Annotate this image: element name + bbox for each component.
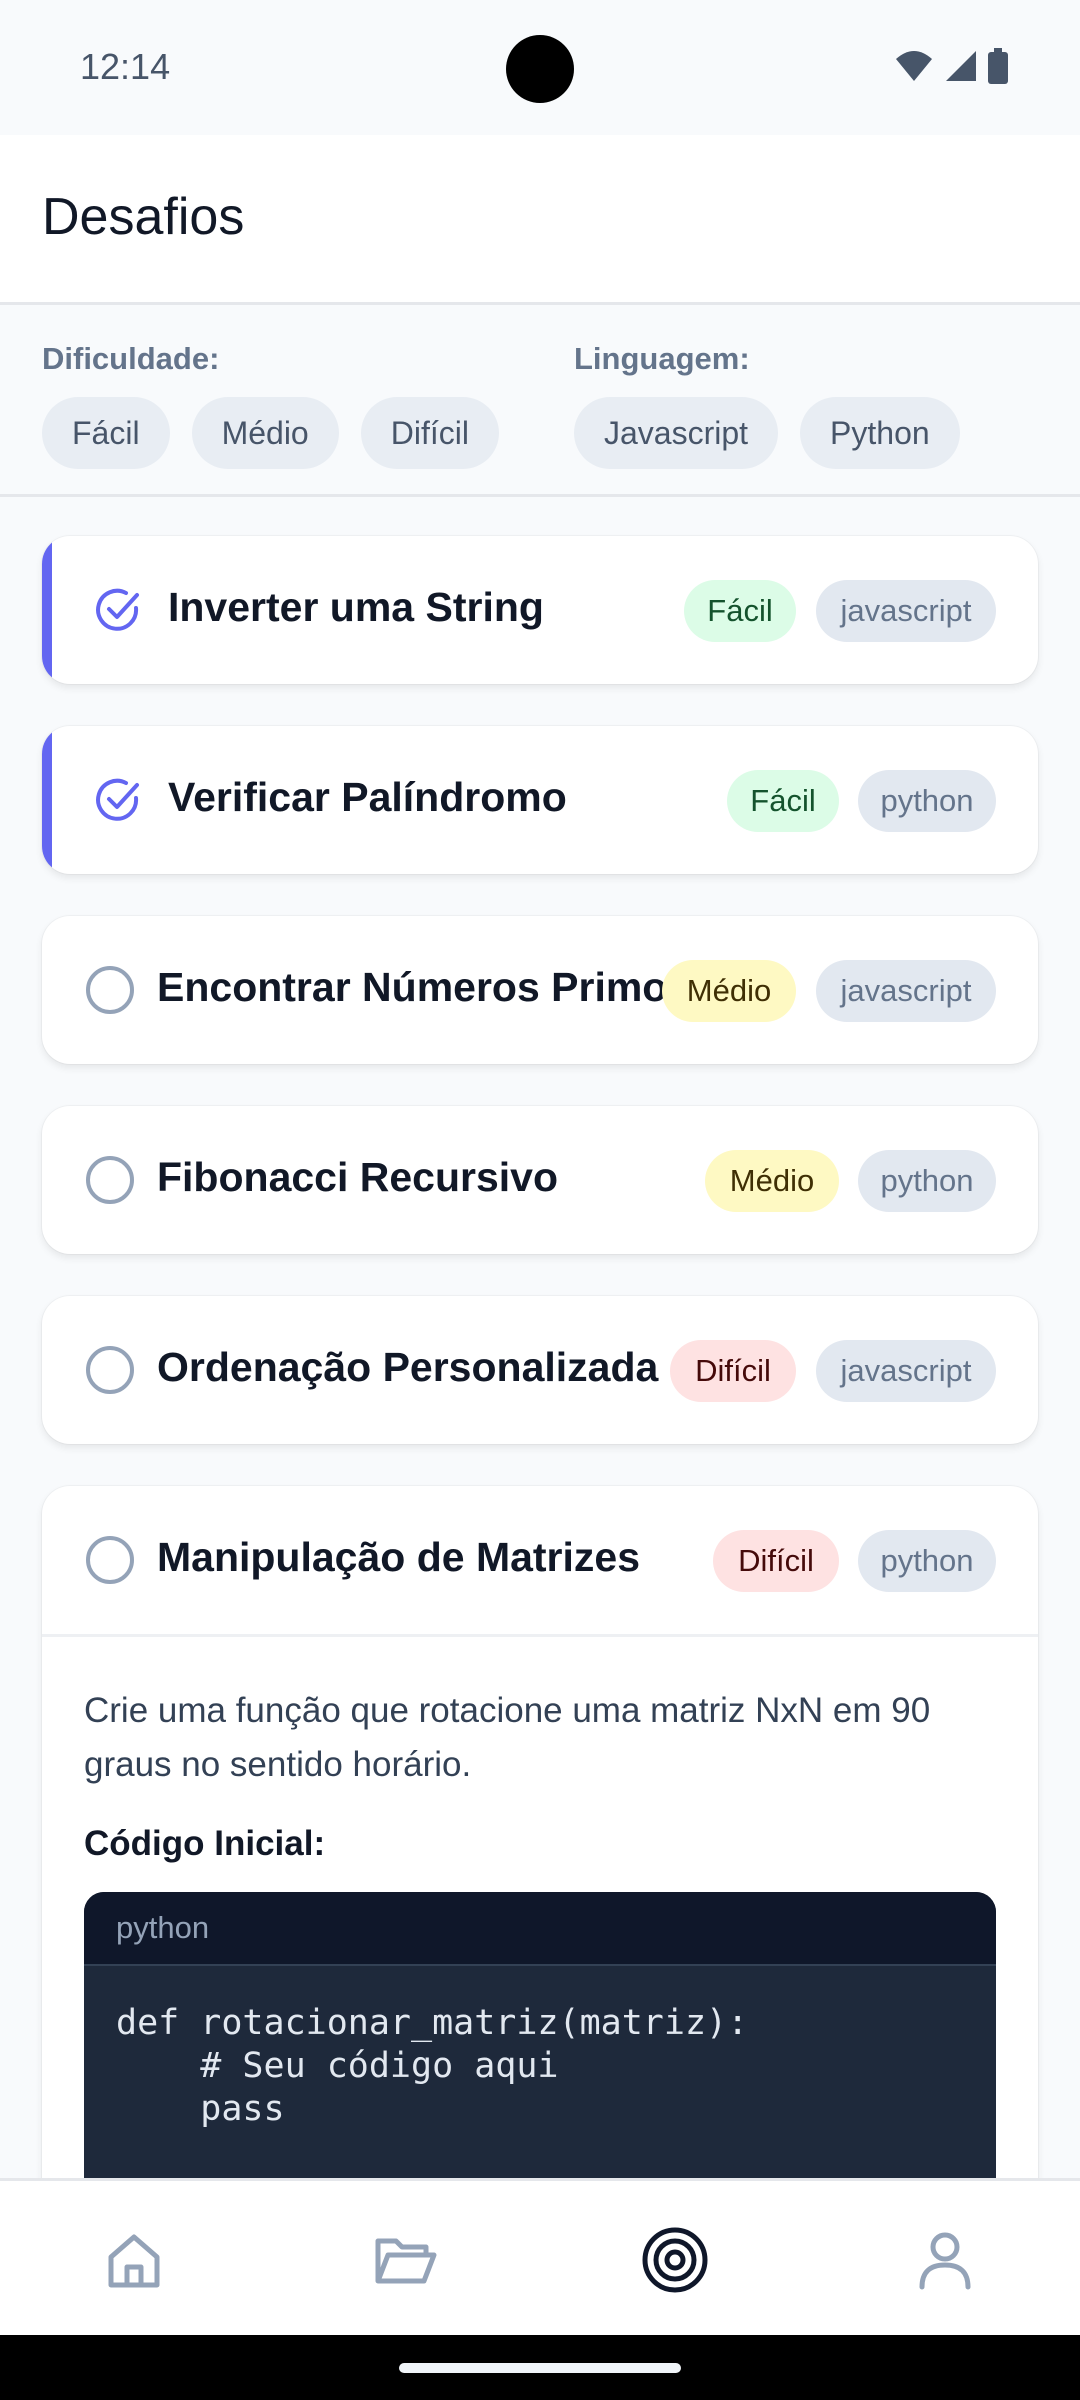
difficulty-filter: Dificuldade: Fácil Médio Difícil [42,341,499,469]
language-badge: python [858,770,996,832]
battery-icon [988,48,1008,84]
profile-icon[interactable] [910,2225,980,2295]
challenge-card[interactable]: Ordenação Personalizada Difícil javascri… [42,1296,1038,1444]
challenge-title: Manipulação de Matrizes [157,1534,641,1580]
filters-bar: Dificuldade: Fácil Médio Difícil Linguag… [0,305,1080,497]
language-filter-label: Linguagem: [574,341,750,376]
challenge-title: Inverter uma String [168,584,544,630]
language-badge: python [858,1150,996,1212]
target-icon[interactable] [640,2225,710,2295]
card-divider [42,1634,1038,1637]
filter-chip-facil[interactable]: Fácil [42,397,170,469]
home-icon[interactable] [99,2225,169,2295]
difficulty-badge: Fácil [727,770,839,832]
language-badge: javascript [816,960,996,1022]
challenge-title: Fibonacci Recursivo [157,1154,559,1200]
bottom-navigation [0,2178,1080,2335]
incomplete-circle-icon [86,1156,134,1204]
folder-icon[interactable] [370,2225,440,2295]
challenge-title: Encontrar Números Primos [157,964,691,1010]
page-title: Desafios [42,188,245,246]
home-gesture-handle[interactable] [399,2363,681,2373]
check-circle-icon [96,778,139,821]
system-navigation-bar [0,2335,1080,2400]
starter-code-label: Código Inicial: [84,1824,326,1863]
challenge-card[interactable]: Encontrar Números Primos Médio javascrip… [42,916,1038,1064]
difficulty-badge: Médio [662,960,796,1022]
status-bar: 12:14 [0,0,1080,135]
status-icons [894,48,1008,84]
camera-cutout [506,35,574,103]
difficulty-badge: Fácil [684,580,796,642]
incomplete-circle-icon [86,966,134,1014]
challenge-card-expanded[interactable]: Manipulação de Matrizes Difícil python C… [42,1486,1038,2246]
app-header: Desafios [0,135,1080,305]
difficulty-filter-label: Dificuldade: [42,341,220,376]
filter-chip-dificil[interactable]: Difícil [360,397,499,469]
language-filter: Linguagem: Javascript Python [574,341,960,469]
filter-chip-javascript[interactable]: Javascript [574,397,779,469]
challenge-title: Verificar Palíndromo [168,774,567,820]
status-time: 12:14 [80,46,171,87]
challenge-card[interactable]: Inverter uma String Fácil javascript [42,536,1038,684]
language-badge: javascript [816,580,996,642]
language-badge: javascript [816,1340,996,1402]
incomplete-circle-icon [86,1536,134,1584]
difficulty-badge: Difícil [713,1530,839,1592]
difficulty-badge: Difícil [670,1340,796,1402]
challenge-list: Inverter uma String Fácil javascript Ver… [42,536,1038,2288]
challenge-description: Crie uma função que rotacione uma matriz… [84,1691,931,1784]
difficulty-badge: Médio [705,1150,839,1212]
check-circle-icon [96,588,139,631]
filter-chip-medio[interactable]: Médio [191,397,339,469]
incomplete-circle-icon [86,1346,134,1394]
language-badge: python [858,1530,996,1592]
code-language-label: python [84,1892,996,1966]
code-content[interactable]: def rotacionar_matriz(matriz): # Seu cód… [84,1966,996,2167]
wifi-icon [896,51,932,81]
challenge-card[interactable]: Verificar Palíndromo Fácil python [42,726,1038,874]
challenge-title: Ordenação Personalizada [157,1344,659,1390]
signal-icon [946,51,976,81]
challenge-card[interactable]: Fibonacci Recursivo Médio python [42,1106,1038,1254]
filter-chip-python[interactable]: Python [800,397,960,469]
